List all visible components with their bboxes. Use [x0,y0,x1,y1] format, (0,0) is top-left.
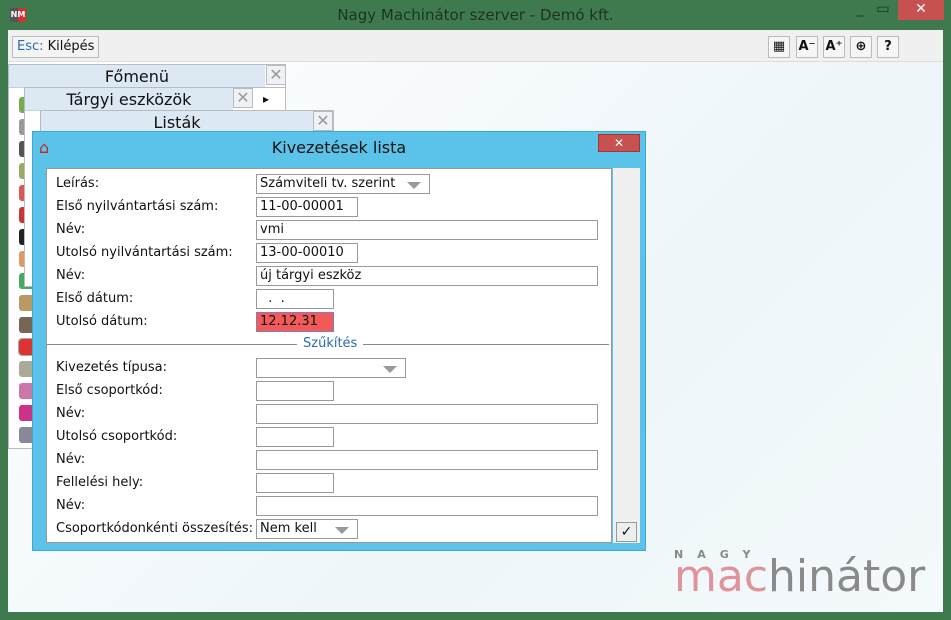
location-name-input[interactable] [256,496,598,516]
dialog-title: Kivezetések lista [271,138,407,157]
last-group-name-label: Név: [56,452,86,467]
last-name-input[interactable]: új tárgyi eszköz [256,266,598,286]
filter-section-label: Szűkítés [297,336,364,351]
last-reg-number-input[interactable]: 13-00-00010 [256,243,358,263]
button-strip [613,168,640,543]
first-group-name-label: Név: [56,406,86,421]
exit-button[interactable]: Esc: Kilépés [12,36,100,58]
disposal-type-label: Kivezetés típusa: [56,360,167,375]
first-group-name-input[interactable] [256,404,598,424]
first-date-input[interactable]: . . [256,289,334,309]
disposal-type-select[interactable] [256,358,406,378]
ok-button[interactable]: ✓ [616,522,637,542]
close-lists-button[interactable]: ✕ [313,111,333,131]
description-select[interactable]: Számviteli tv. szerint [256,174,430,194]
title-bar: NM Nagy Machinátor szerver - Demó kft. _… [0,0,951,30]
first-reg-number-label: Első nyilvántartási szám: [56,199,219,214]
first-date-label: Első dátum: [56,291,134,306]
last-name-label: Név: [56,268,86,283]
main-menu-title: Főmenü [9,65,265,88]
dialog-close-button[interactable]: ✕ [598,134,640,152]
disposals-list-dialog: ⌂ Kivezetések lista ✕ Leírás: Számviteli… [32,131,646,551]
font-increase-button[interactable]: A⁺ [823,36,845,58]
last-date-input[interactable]: 12.12.31 [256,312,334,332]
first-name-input[interactable]: vmi [256,220,598,240]
last-group-code-label: Utolsó csoportkód: [56,429,178,444]
location-name-label: Név: [56,498,86,513]
close-assets-button[interactable]: ✕ [233,88,253,108]
machinator-logo: NAGY machinátor [674,548,925,599]
font-decrease-button[interactable]: A⁻ [796,36,818,58]
logo-part2: hinátor [768,551,926,602]
window-title: Nagy Machinátor szerver - Demó kft. [337,6,614,24]
last-date-label: Utolsó dátum: [56,314,148,329]
esc-key-label: Esc: [17,39,44,54]
last-group-code-input[interactable] [256,427,334,447]
last-reg-number-label: Utolsó nyilvántartási szám: [56,245,233,260]
first-group-code-label: Első csoportkód: [56,383,163,398]
first-reg-number-input[interactable]: 11-00-00001 [256,197,358,217]
exit-label: Kilépés [47,39,95,54]
location-input[interactable] [256,473,334,493]
form-panel: Leírás: Számviteli tv. szerint Első nyil… [46,168,612,543]
location-label: Fellelési hely: [56,475,144,490]
maximize-button[interactable]: ▭ [868,0,898,20]
help-button[interactable]: ? [877,36,899,58]
assets-panel-title: Tárgyi eszközök [25,88,233,111]
group-summary-label: Csoportkódonkénti összesítés: [56,521,254,536]
submenu-arrow-icon: ▸ [263,92,270,106]
close-main-menu-button[interactable]: ✕ [266,65,286,85]
first-name-label: Név: [56,222,86,237]
toolbar: Esc: Kilépés ▦ A⁻ A⁺ ⊕ ? [8,30,943,62]
last-group-name-input[interactable] [256,450,598,470]
group-summary-select[interactable]: Nem kell [256,519,358,539]
first-group-code-input[interactable] [256,381,334,401]
close-window-button[interactable]: ✕ [898,0,944,20]
logo-part1: mac [674,551,769,602]
lifebuoy-help-button[interactable]: ⊕ [850,36,872,58]
description-label: Leírás: [56,176,100,191]
layout-grid-button[interactable]: ▦ [768,36,790,58]
